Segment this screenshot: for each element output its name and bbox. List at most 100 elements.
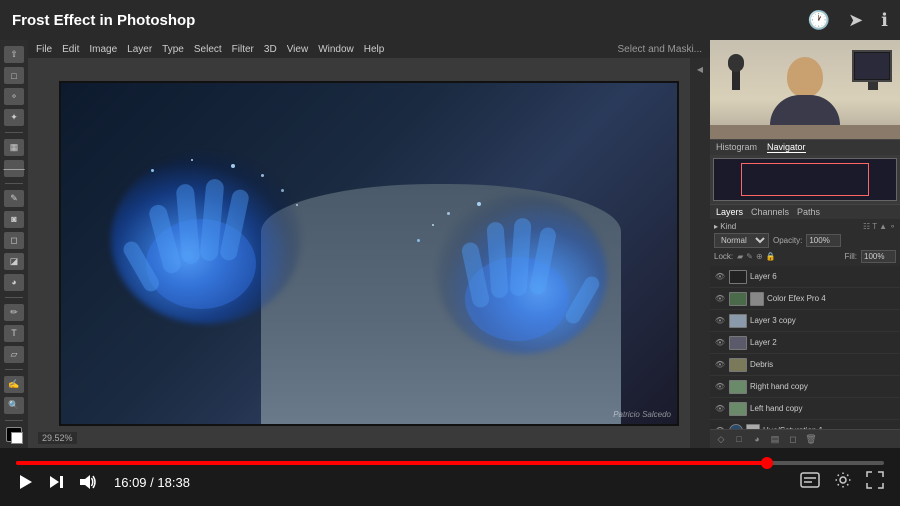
- ps-menu-view[interactable]: View: [287, 44, 309, 55]
- text-tool[interactable]: T: [4, 325, 24, 342]
- left-hand-svg: [111, 154, 301, 324]
- subtitles-button[interactable]: [800, 472, 820, 492]
- lock-label: Lock:: [714, 252, 733, 261]
- clock-icon[interactable]: 🕐: [808, 10, 830, 31]
- page-title: Frost Effect in Photoshop: [12, 12, 808, 29]
- eye-icon[interactable]: 👁: [714, 403, 726, 415]
- blend-mode-select[interactable]: Normal: [714, 233, 769, 248]
- stamp-tool[interactable]: ◙: [4, 211, 24, 228]
- channels-tab[interactable]: Channels: [751, 207, 789, 217]
- progress-dot[interactable]: [761, 457, 773, 469]
- video-frame[interactable]: Patricio Salcedo: [59, 81, 679, 426]
- layer-row[interactable]: 👁 Left hand copy: [710, 398, 900, 420]
- layer-icons-row: ☷ T ▲ ⚬: [863, 222, 896, 231]
- layer-name: Left hand copy: [750, 404, 896, 413]
- histogram-tab[interactable]: Histogram: [716, 142, 757, 153]
- fullscreen-button[interactable]: [866, 471, 884, 493]
- ps-menu-3d[interactable]: 3D: [264, 44, 277, 55]
- particle: [296, 204, 298, 206]
- delete-layer-icon[interactable]: 🗑: [804, 432, 818, 446]
- navigator-tab[interactable]: Navigator: [767, 142, 806, 153]
- layer-row[interactable]: 👁 Color Efex Pro 4: [710, 288, 900, 310]
- add-mask-icon[interactable]: □: [732, 432, 746, 446]
- ps-menu-select[interactable]: Select: [194, 44, 222, 55]
- zoom-tool[interactable]: 🔍: [4, 397, 24, 414]
- time-display: 16:09 / 18:38: [114, 475, 190, 490]
- ps-menu-bar: File Edit Image Layer Type Select Filter…: [28, 40, 710, 58]
- video-content: Patricio Salcedo: [61, 83, 677, 424]
- layer-row[interactable]: 👁 Layer 6: [710, 266, 900, 288]
- ps-menu-file[interactable]: File: [36, 44, 52, 55]
- shape-tool[interactable]: ▱: [4, 346, 24, 363]
- gradient-tool[interactable]: ◪: [4, 253, 24, 270]
- toolbar-divider-3: [5, 297, 23, 298]
- lock-row: Lock: ▰ ✎ ⊕ 🔒 Fill:: [714, 250, 896, 263]
- eraser-tool[interactable]: ◻: [4, 232, 24, 249]
- navigator-view: [710, 155, 900, 205]
- eye-icon[interactable]: 👁: [714, 359, 726, 371]
- layer-row[interactable]: 👁 Layer 2: [710, 332, 900, 354]
- lock-position-icon[interactable]: ⊕: [756, 252, 763, 261]
- ps-menu-filter[interactable]: Filter: [232, 44, 254, 55]
- fill-input[interactable]: [861, 250, 896, 263]
- layer-thumbnail: [729, 270, 747, 284]
- eye-icon[interactable]: 👁: [714, 271, 726, 283]
- wand-tool[interactable]: ✦: [4, 109, 24, 126]
- paths-tab[interactable]: Paths: [797, 207, 820, 217]
- selection-tool[interactable]: □: [4, 67, 24, 84]
- panel-arrow-icon[interactable]: ◀: [692, 62, 708, 76]
- layer-name: Layer 6: [750, 272, 896, 281]
- move-tool[interactable]: ⇧: [4, 46, 24, 63]
- current-time: 16:09: [114, 475, 147, 490]
- next-button[interactable]: [48, 474, 64, 490]
- ps-menu-type[interactable]: Type: [162, 44, 184, 55]
- ps-menu-help[interactable]: Help: [364, 44, 385, 55]
- foreground-color[interactable]: [6, 427, 22, 442]
- crop-tool[interactable]: ▦: [4, 139, 24, 156]
- add-style-icon[interactable]: ◇: [714, 432, 728, 446]
- settings-icon: [834, 471, 852, 489]
- controls-row: 16:09 / 18:38: [16, 471, 884, 493]
- left-hand-area: [111, 154, 321, 344]
- new-group-icon[interactable]: ▤: [768, 432, 782, 446]
- lock-all-icon[interactable]: 🔒: [766, 252, 776, 261]
- canvas-area: File Edit Image Layer Type Select Filter…: [28, 40, 710, 448]
- layer-row[interactable]: 👁 Debris: [710, 354, 900, 376]
- share-icon[interactable]: ➤: [848, 10, 863, 31]
- eye-icon[interactable]: 👁: [714, 381, 726, 393]
- settings-button[interactable]: [834, 471, 852, 493]
- layer-row[interactable]: 👁 Hue/Saturation 1: [710, 420, 900, 429]
- blur-tool[interactable]: ◕: [4, 274, 24, 291]
- new-layer-icon[interactable]: ◻: [786, 432, 800, 446]
- lasso-tool[interactable]: ⚬: [4, 88, 24, 105]
- ps-menu-layer[interactable]: Layer: [127, 44, 152, 55]
- hand-tool[interactable]: ✍: [4, 376, 24, 393]
- layer-name: Color Efex Pro 4: [767, 294, 896, 303]
- info-icon[interactable]: ℹ: [881, 10, 888, 31]
- fullscreen-icon: [866, 471, 884, 489]
- navigator-box: [741, 163, 868, 196]
- layer-name: Right hand copy: [750, 382, 896, 391]
- add-adjustment-icon[interactable]: ◕: [750, 432, 764, 446]
- pen-tool[interactable]: ✏: [4, 304, 24, 321]
- layers-header: Layers Channels Paths: [710, 205, 900, 219]
- volume-button[interactable]: [78, 473, 96, 491]
- particle: [477, 202, 481, 206]
- lock-pixels-icon[interactable]: ✎: [746, 252, 753, 261]
- opacity-input[interactable]: [806, 234, 841, 247]
- ps-menu-image[interactable]: Image: [89, 44, 117, 55]
- right-controls: [800, 471, 884, 493]
- eyedropper-tool[interactable]: ⸻: [4, 160, 24, 177]
- progress-bar[interactable]: [16, 461, 884, 465]
- ps-menu-edit[interactable]: Edit: [62, 44, 79, 55]
- layer-row[interactable]: 👁 Right hand copy: [710, 376, 900, 398]
- eye-icon[interactable]: 👁: [714, 315, 726, 327]
- lock-transparent-icon[interactable]: ▰: [737, 252, 743, 261]
- brush-tool[interactable]: ✎: [4, 190, 24, 207]
- layers-tab[interactable]: Layers: [716, 207, 743, 217]
- eye-icon[interactable]: 👁: [714, 337, 726, 349]
- eye-icon[interactable]: 👁: [714, 293, 726, 305]
- play-button[interactable]: [16, 473, 34, 491]
- layer-row[interactable]: 👁 Layer 3 copy: [710, 310, 900, 332]
- ps-menu-window[interactable]: Window: [318, 44, 354, 55]
